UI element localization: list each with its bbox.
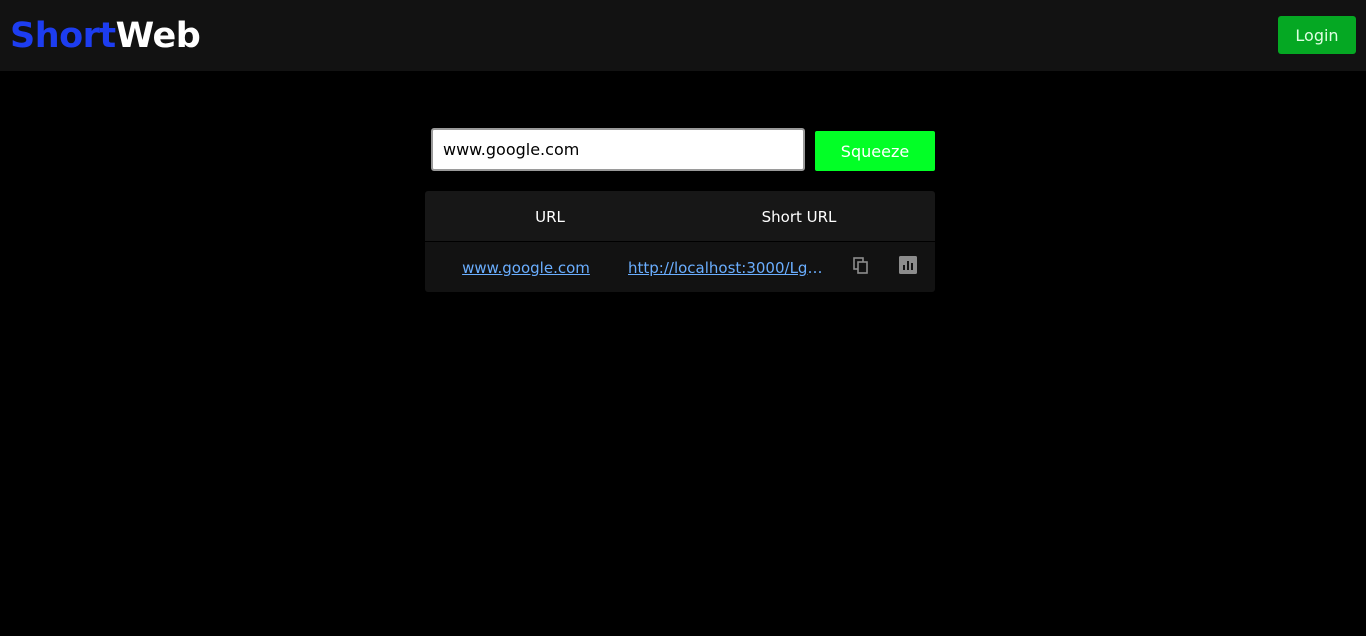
table-row: www.google.com http://localhost:3000/LgD… (425, 242, 935, 292)
copy-icon[interactable] (853, 257, 869, 275)
squeeze-button[interactable]: Squeeze (815, 131, 935, 171)
bar-chart-icon[interactable] (899, 256, 917, 274)
table-header: URL Short URL (425, 191, 935, 241)
logo-web: Web (115, 16, 201, 56)
url-input[interactable] (431, 128, 805, 171)
column-header-url: URL (535, 208, 565, 226)
logo[interactable]: ShortWeb (10, 14, 201, 58)
short-url-link[interactable]: http://localhost:3000/LgD8… (628, 242, 831, 292)
column-header-short-url: Short URL (761, 208, 837, 226)
original-url-link[interactable]: www.google.com (425, 242, 627, 292)
top-bar: ShortWeb Login (0, 0, 1366, 71)
logo-short: Short (10, 16, 116, 56)
urls-table: URL Short URL www.google.com http://loca… (425, 191, 935, 292)
login-button[interactable]: Login (1278, 16, 1356, 54)
